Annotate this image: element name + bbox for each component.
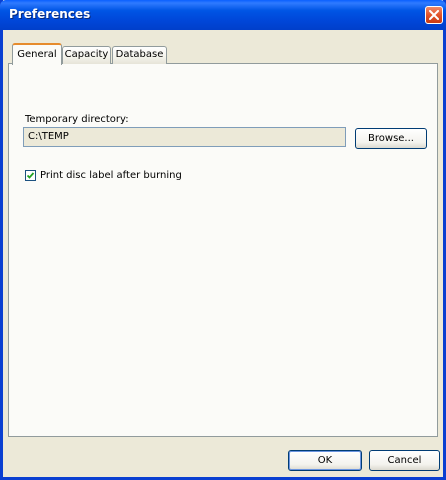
- temp-dir-field[interactable]: C:\TEMP: [23, 127, 346, 147]
- print-label-text[interactable]: Print disc label after burning: [40, 170, 182, 181]
- title-bar[interactable]: Preferences: [0, 0, 446, 30]
- window-title: Preferences: [9, 7, 91, 21]
- cancel-button[interactable]: Cancel: [369, 450, 440, 471]
- checkmark-icon: [26, 172, 35, 179]
- browse-button[interactable]: Browse...: [355, 128, 427, 149]
- tab-general[interactable]: General: [12, 43, 62, 65]
- close-icon: [429, 10, 439, 20]
- tab-capacity[interactable]: Capacity: [62, 46, 111, 64]
- ok-button[interactable]: OK: [288, 450, 362, 471]
- temp-dir-label: Temporary directory:: [25, 114, 129, 125]
- tab-database[interactable]: Database: [112, 46, 167, 64]
- print-label-checkbox[interactable]: [25, 170, 36, 181]
- close-button[interactable]: [425, 6, 443, 24]
